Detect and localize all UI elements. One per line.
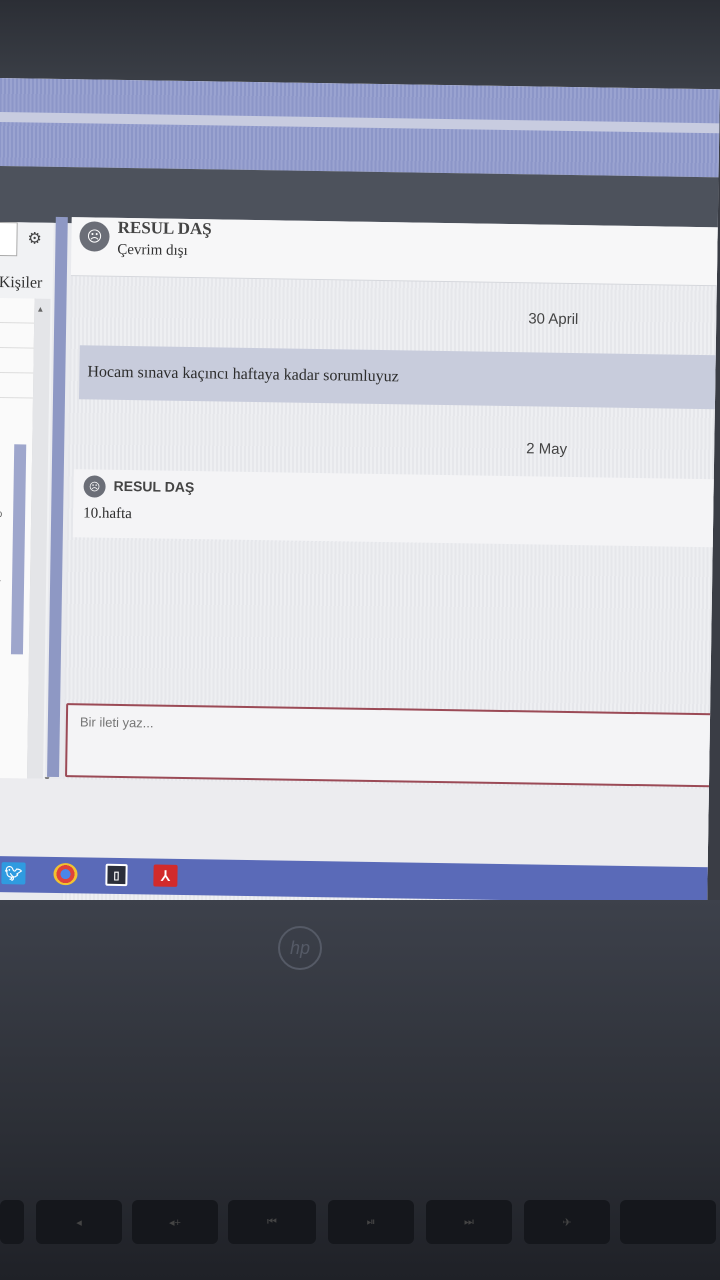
keyboard-key — [0, 1200, 24, 1244]
app-icon[interactable]: ▯ — [105, 863, 128, 887]
screen: ⚙ Kişiler ▲ 30 21 21 21 21 0 ▼ ☹ RESUL D… — [0, 78, 720, 920]
keyboard-key: ◂+ — [132, 1200, 218, 1244]
list-item[interactable] — [0, 347, 34, 374]
list-item[interactable] — [0, 322, 35, 349]
contact-name[interactable]: RESUL DAŞ — [118, 218, 212, 239]
date-separator: 30 April — [528, 310, 579, 329]
message-text: 10.hafta — [83, 505, 133, 523]
keyboard-key: ⏮ — [228, 1200, 316, 1244]
contacts-panel: ⚙ Kişiler ▲ 30 21 21 21 21 0 — [0, 221, 54, 783]
incoming-message: ☹ RESUL DAŞ 10.hafta — [72, 469, 720, 548]
chat-header: ☹ RESUL DAŞ Çevrim dışı — [70, 217, 720, 287]
outgoing-message: Hocam sınava kaçıncı haftaya kadar sorum… — [78, 345, 720, 410]
acrobat-icon[interactable]: ⅄ — [153, 864, 178, 887]
message-text: Hocam sınava kaçıncı haftaya kadar sorum… — [87, 363, 399, 386]
contacts-heading: Kişiler — [0, 274, 43, 292]
contact-status: Çevrim dışı — [117, 241, 188, 259]
twitter-icon[interactable]: 🐦︎ — [1, 862, 26, 885]
keyboard-key: ⏭ — [426, 1200, 512, 1244]
keyboard-key — [620, 1200, 716, 1244]
thread-count: 30 — [0, 509, 3, 520]
hp-logo-icon: hp — [278, 926, 322, 970]
chrome-icon[interactable] — [53, 862, 78, 886]
screen-bezel — [0, 0, 720, 90]
message-composer[interactable] — [65, 703, 720, 788]
keyboard-key: ◂ — [36, 1200, 122, 1244]
scroll-up-icon[interactable]: ▲ — [36, 305, 44, 314]
list-item[interactable] — [0, 372, 34, 399]
thread-count: 21 — [0, 574, 1, 583]
keyboard-key: ⏯ — [328, 1200, 414, 1244]
window-footer — [0, 777, 720, 868]
list-item[interactable] — [0, 297, 35, 324]
keyboard-key: ✈ — [524, 1200, 610, 1244]
gear-icon[interactable]: ⚙ — [27, 228, 42, 248]
contact-avatar: ☹ — [79, 221, 110, 252]
message-sender: RESUL DAŞ — [113, 477, 195, 496]
sender-avatar: ☹ — [83, 475, 106, 498]
date-separator: 2 May — [526, 440, 568, 458]
window-titlebar — [0, 78, 720, 178]
message-input[interactable] — [77, 713, 682, 740]
contacts-search-input[interactable] — [0, 221, 18, 257]
